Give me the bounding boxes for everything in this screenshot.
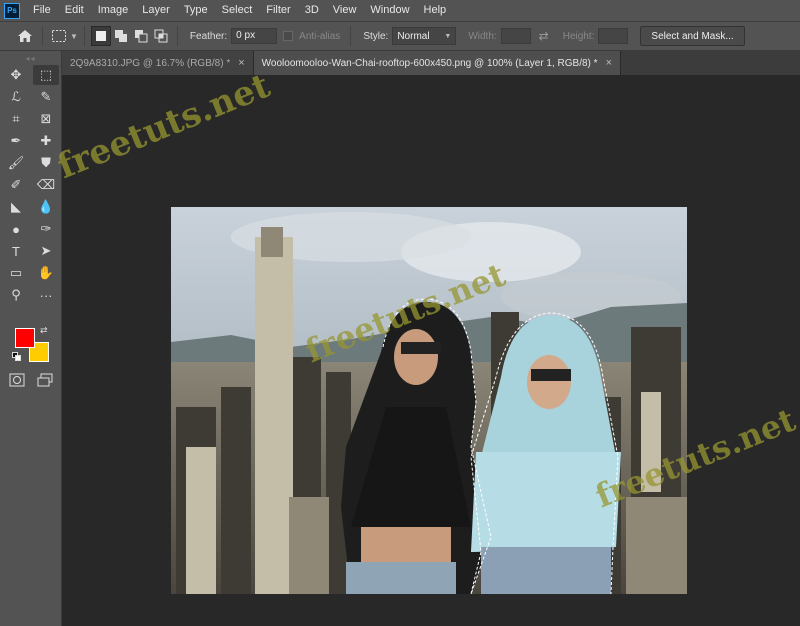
crop-tool-icon[interactable]: ⌗ bbox=[3, 109, 29, 129]
lasso-tool-icon[interactable]: ℒ bbox=[3, 87, 29, 107]
tab-label: 2Q9A8310.JPG @ 16.7% (RGB/8) * bbox=[70, 57, 231, 69]
type-tool-icon[interactable]: T bbox=[3, 241, 29, 261]
quick-selection-tool-icon[interactable]: ✎ bbox=[33, 87, 59, 107]
chevron-down-icon[interactable]: ▼ bbox=[70, 32, 78, 41]
style-label: Style: bbox=[363, 30, 389, 42]
zoom-tool-icon[interactable]: ⚲ bbox=[3, 285, 29, 305]
eyedropper-tool-icon[interactable]: ✒ bbox=[3, 131, 29, 151]
move-tool-icon[interactable]: ✥ bbox=[3, 65, 29, 85]
menu-file[interactable]: File bbox=[26, 0, 58, 21]
clone-stamp-tool-icon[interactable]: ⛊ bbox=[33, 153, 59, 173]
menu-help[interactable]: Help bbox=[417, 0, 454, 21]
menu-3d[interactable]: 3D bbox=[298, 0, 326, 21]
photoshop-logo-icon[interactable]: Ps bbox=[4, 2, 20, 19]
foreground-color-swatch[interactable] bbox=[15, 328, 35, 348]
chevron-down-icon: ▼ bbox=[444, 32, 452, 40]
menu-image[interactable]: Image bbox=[91, 0, 136, 21]
panel-grip[interactable]: ◂◂ bbox=[0, 51, 61, 65]
feather-input[interactable]: 0 px bbox=[231, 28, 278, 44]
screen-mode-icon[interactable] bbox=[37, 373, 53, 387]
tab-document-2[interactable]: Wooloomooloo-Wan-Chai-rooftop-600x450.pn… bbox=[253, 51, 621, 75]
select-and-mask-button[interactable]: Select and Mask... bbox=[640, 26, 745, 46]
options-bar: ▼ Feather: 0 px Anti-alias Style: Normal… bbox=[0, 21, 800, 51]
divider bbox=[42, 26, 43, 46]
rectangular-marquee-tool-icon[interactable]: ⬚ bbox=[33, 65, 59, 85]
antialias-checkbox[interactable] bbox=[283, 31, 294, 41]
more-tools-icon[interactable]: ··· bbox=[33, 285, 59, 305]
document-tabs: 2Q9A8310.JPG @ 16.7% (RGB/8) * × Wooloom… bbox=[62, 51, 800, 75]
document-image bbox=[171, 207, 687, 594]
menu-filter[interactable]: Filter bbox=[259, 0, 297, 21]
canvas-area[interactable] bbox=[62, 75, 800, 626]
width-label: Width: bbox=[468, 30, 497, 42]
tab-label: Wooloomooloo-Wan-Chai-rooftop-600x450.pn… bbox=[261, 57, 598, 69]
height-input[interactable] bbox=[598, 28, 629, 44]
eraser-tool-icon[interactable]: ⌫ bbox=[33, 175, 59, 195]
add-selection-icon[interactable] bbox=[111, 26, 131, 46]
healing-brush-tool-icon[interactable]: ✚ bbox=[33, 131, 59, 151]
menu-type[interactable]: Type bbox=[177, 0, 215, 21]
swap-dimensions-icon[interactable]: ⇄ bbox=[539, 29, 549, 43]
frame-tool-icon[interactable]: ⊠ bbox=[33, 109, 59, 129]
antialias-label: Anti-alias bbox=[299, 30, 341, 42]
subtract-selection-icon[interactable] bbox=[131, 26, 151, 46]
divider bbox=[350, 26, 352, 46]
swap-colors-icon[interactable]: ⇄ bbox=[40, 325, 48, 336]
paint-bucket-tool-icon[interactable]: ◣ bbox=[3, 197, 29, 217]
hand-tool-icon[interactable]: ✋ bbox=[33, 263, 59, 283]
tab-document-1[interactable]: 2Q9A8310.JPG @ 16.7% (RGB/8) * × bbox=[62, 51, 254, 75]
color-swatches: ⇄ bbox=[12, 325, 52, 367]
feather-label: Feather: bbox=[189, 30, 228, 42]
close-icon[interactable]: × bbox=[238, 57, 244, 69]
quick-mask-icon[interactable] bbox=[9, 373, 25, 387]
menu-view[interactable]: View bbox=[326, 0, 364, 21]
history-brush-tool-icon[interactable]: ✐ bbox=[3, 175, 29, 195]
close-icon[interactable]: × bbox=[606, 57, 612, 69]
width-input[interactable] bbox=[500, 28, 531, 44]
divider bbox=[176, 26, 178, 46]
default-colors-icon[interactable] bbox=[12, 352, 22, 362]
blur-tool-icon[interactable]: 💧 bbox=[33, 197, 59, 217]
tools-panel: ◂◂ ✥ ⬚ ℒ ✎ ⌗ ⊠ ✒ ✚ 🖌 ⛊ ✐ ⌫ ◣ 💧 ● ✑ T ➤ ▭ ✋ ⚲ ··· ⇄ bbox=[0, 51, 62, 626]
style-value: Normal bbox=[397, 30, 430, 42]
document-canvas[interactable] bbox=[171, 207, 687, 594]
intersect-selection-icon[interactable] bbox=[151, 26, 171, 46]
path-selection-tool-icon[interactable]: ➤ bbox=[33, 241, 59, 261]
new-selection-icon[interactable] bbox=[90, 26, 111, 46]
tool-grid: ✥ ⬚ ℒ ✎ ⌗ ⊠ ✒ ✚ 🖌 ⛊ ✐ ⌫ ◣ 💧 ● ✑ T ➤ ▭ ✋ ⚲ ··· bbox=[0, 65, 61, 305]
style-select[interactable]: Normal ▼ bbox=[392, 27, 457, 45]
brush-tool-icon[interactable]: 🖌 bbox=[3, 153, 29, 173]
menu-layer[interactable]: Layer bbox=[135, 0, 177, 21]
rectangle-tool-icon[interactable]: ▭ bbox=[3, 263, 29, 283]
menu-edit[interactable]: Edit bbox=[58, 0, 91, 21]
marquee-preset-icon[interactable] bbox=[49, 26, 69, 46]
menu-window[interactable]: Window bbox=[363, 0, 416, 21]
home-icon[interactable] bbox=[14, 26, 36, 46]
dodge-tool-icon[interactable]: ● bbox=[3, 219, 29, 239]
height-label: Height: bbox=[562, 30, 595, 42]
divider bbox=[83, 26, 85, 46]
pen-tool-icon[interactable]: ✑ bbox=[33, 219, 59, 239]
menu-bar: Ps File Edit Image Layer Type Select Fil… bbox=[0, 0, 800, 21]
menu-select[interactable]: Select bbox=[215, 0, 260, 21]
